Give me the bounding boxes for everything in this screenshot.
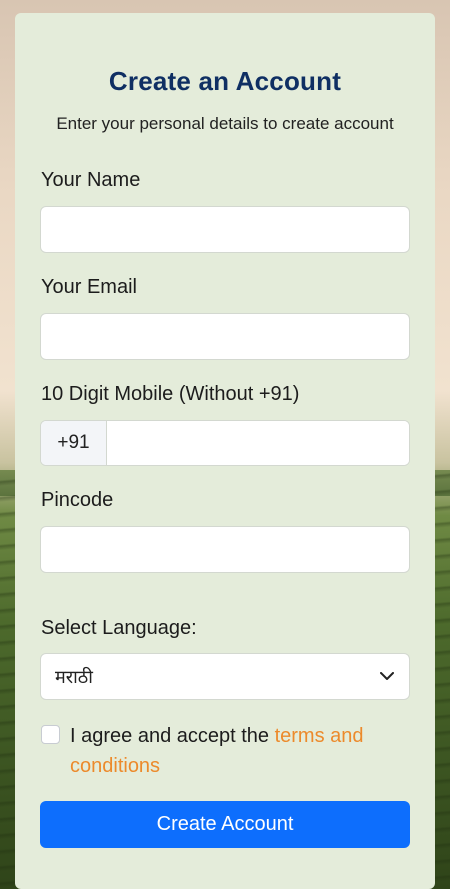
terms-checkbox[interactable] [41,725,60,744]
terms-agree-text: I agree and accept the terms and conditi… [70,721,400,781]
email-label: Your Email [41,276,137,298]
mobile-input-group: +91 [40,420,410,466]
language-label: Select Language: [41,617,197,639]
language-selected-value: मराठी [55,666,93,688]
pincode-label: Pincode [41,489,114,511]
mobile-input[interactable] [107,421,409,465]
name-input[interactable] [40,206,410,253]
pincode-input[interactable] [40,526,410,573]
email-input[interactable] [40,313,410,360]
chevron-down-icon [379,669,395,685]
language-select[interactable]: मराठी [40,653,410,700]
name-label: Your Name [41,169,141,191]
mobile-prefix: +91 [41,421,107,465]
mobile-label: 10 Digit Mobile (Without +91) [41,383,300,405]
agree-text: I agree and accept the [70,725,275,747]
page-title: Create an Account [108,66,342,96]
page-subtitle: Enter your personal details to create ac… [56,114,394,133]
create-account-button[interactable]: Create Account [40,801,410,848]
